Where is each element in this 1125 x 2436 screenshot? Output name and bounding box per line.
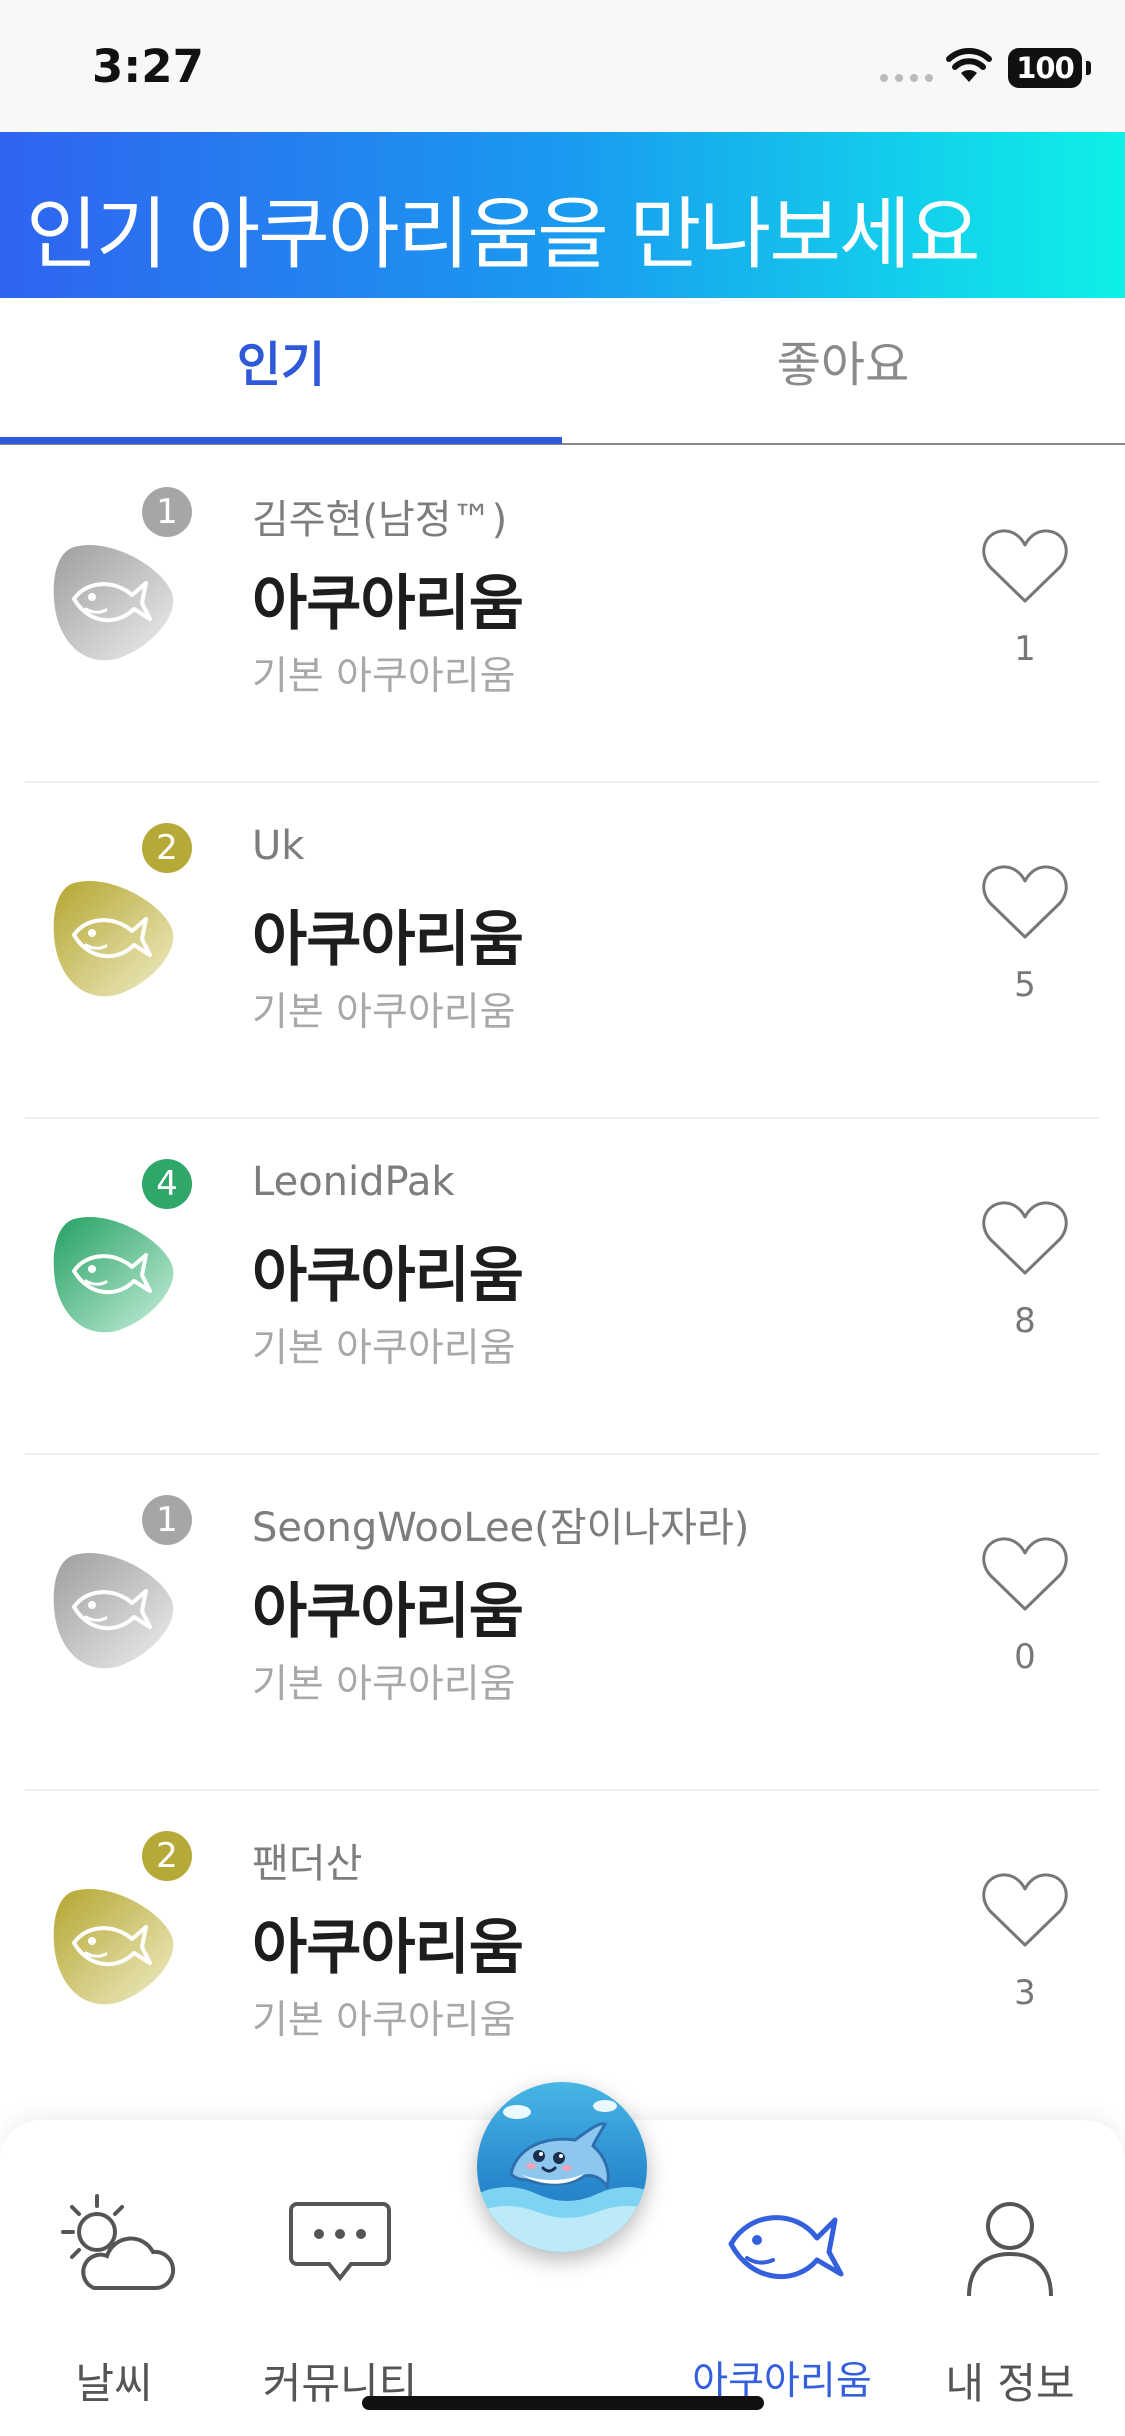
wifi-icon (946, 48, 992, 82)
aquarium-subtitle: 기본 아쿠아리움 (252, 990, 516, 1035)
header-banner: 인기 아쿠아리움을 만나보세요 (0, 132, 1125, 298)
battery-indicator: 100 (1008, 48, 1091, 88)
person-icon (967, 2202, 1053, 2297)
heart-icon[interactable] (980, 1199, 1070, 1279)
center-dolphin-button[interactable] (477, 2082, 647, 2252)
rank-badge: 4 (142, 1159, 192, 1209)
like-count: 5 (1014, 965, 1036, 1005)
like-count: 1 (1014, 629, 1036, 669)
tab-popular[interactable]: 인기 (0, 298, 562, 443)
rank-badge: 1 (142, 487, 192, 537)
aquarium-title: 아쿠아리움 (252, 1577, 524, 1647)
tab-bar-top: 인기 좋아요 (0, 298, 1125, 445)
nav-aquarium[interactable]: 아쿠아리움 (682, 2180, 882, 2404)
fish-avatar-icon (53, 1553, 174, 1669)
list-item[interactable]: 4 LeonidPak 아쿠아리움 기본 아쿠아리움 8 (0, 1119, 1125, 1455)
aquarium-subtitle: 기본 아쿠아리움 (252, 1662, 516, 1707)
heart-icon[interactable] (980, 1535, 1070, 1615)
like-count: 0 (1014, 1637, 1036, 1677)
aquarium-subtitle: 기본 아쿠아리움 (252, 654, 516, 699)
aquarium-subtitle: 기본 아쿠아리움 (252, 1998, 516, 2043)
nav-my-info-label: 내 정보 (945, 2359, 1075, 2408)
fish-avatar-icon (53, 545, 174, 661)
aquarium-title: 아쿠아리움 (252, 1241, 524, 1311)
home-indicator (362, 2396, 764, 2410)
aquarium-subtitle: 기본 아쿠아리움 (252, 1326, 516, 1371)
heart-icon[interactable] (980, 1871, 1070, 1951)
rank-badge: 2 (142, 1831, 192, 1881)
rank-badge: 2 (142, 823, 192, 873)
dolphin-icon (477, 2100, 647, 2252)
tab-likes[interactable]: 좋아요 (562, 298, 1124, 443)
nav-community[interactable]: 커뮤니티 (240, 2180, 440, 2408)
page-title: 인기 아쿠아리움을 만나보세요 (26, 190, 980, 280)
cellular-signal-icon (880, 74, 933, 82)
list-item[interactable]: 2 Uk 아쿠아리움 기본 아쿠아리움 5 (0, 783, 1125, 1119)
fish-icon (728, 2215, 844, 2280)
heart-icon[interactable] (980, 863, 1070, 943)
like-count: 3 (1014, 1973, 1036, 2013)
nav-my-info[interactable]: 내 정보 (910, 2180, 1110, 2408)
status-bar: 3:27 100 (0, 0, 1125, 132)
fish-avatar-icon (53, 1889, 174, 2005)
owner-name: Uk (252, 823, 305, 869)
nav-weather-label: 날씨 (75, 2359, 153, 2408)
aquarium-title: 아쿠아리움 (252, 905, 524, 975)
aquarium-title: 아쿠아리움 (252, 569, 524, 639)
owner-name: SeongWooLee(잠이나자라) (252, 1505, 750, 1551)
chat-bubble-icon (289, 2202, 391, 2282)
heart-icon[interactable] (980, 527, 1070, 607)
aquarium-title: 아쿠아리움 (252, 1913, 524, 1983)
active-tab-indicator (0, 437, 562, 444)
owner-name: 김주현(남정™) (252, 497, 508, 543)
list-item[interactable]: 1 김주현(남정™) 아쿠아리움 기본 아쿠아리움 1 (0, 447, 1125, 783)
owner-name: 팬더산 (252, 1841, 363, 1887)
owner-name: LeonidPak (252, 1159, 455, 1205)
list-item[interactable]: 1 SeongWooLee(잠이나자라) 아쿠아리움 기본 아쿠아리움 0 (0, 1455, 1125, 1791)
fish-avatar-icon (53, 1217, 174, 1333)
nav-weather[interactable]: 날씨 (14, 2180, 214, 2408)
like-count: 8 (1014, 1301, 1036, 1341)
rank-badge: 1 (142, 1495, 192, 1545)
status-time: 3:27 (92, 40, 204, 93)
weather-icon (61, 2194, 176, 2290)
fish-avatar-icon (53, 881, 174, 997)
list-item[interactable]: 2 팬더산 아쿠아리움 기본 아쿠아리움 3 (0, 1791, 1125, 2127)
